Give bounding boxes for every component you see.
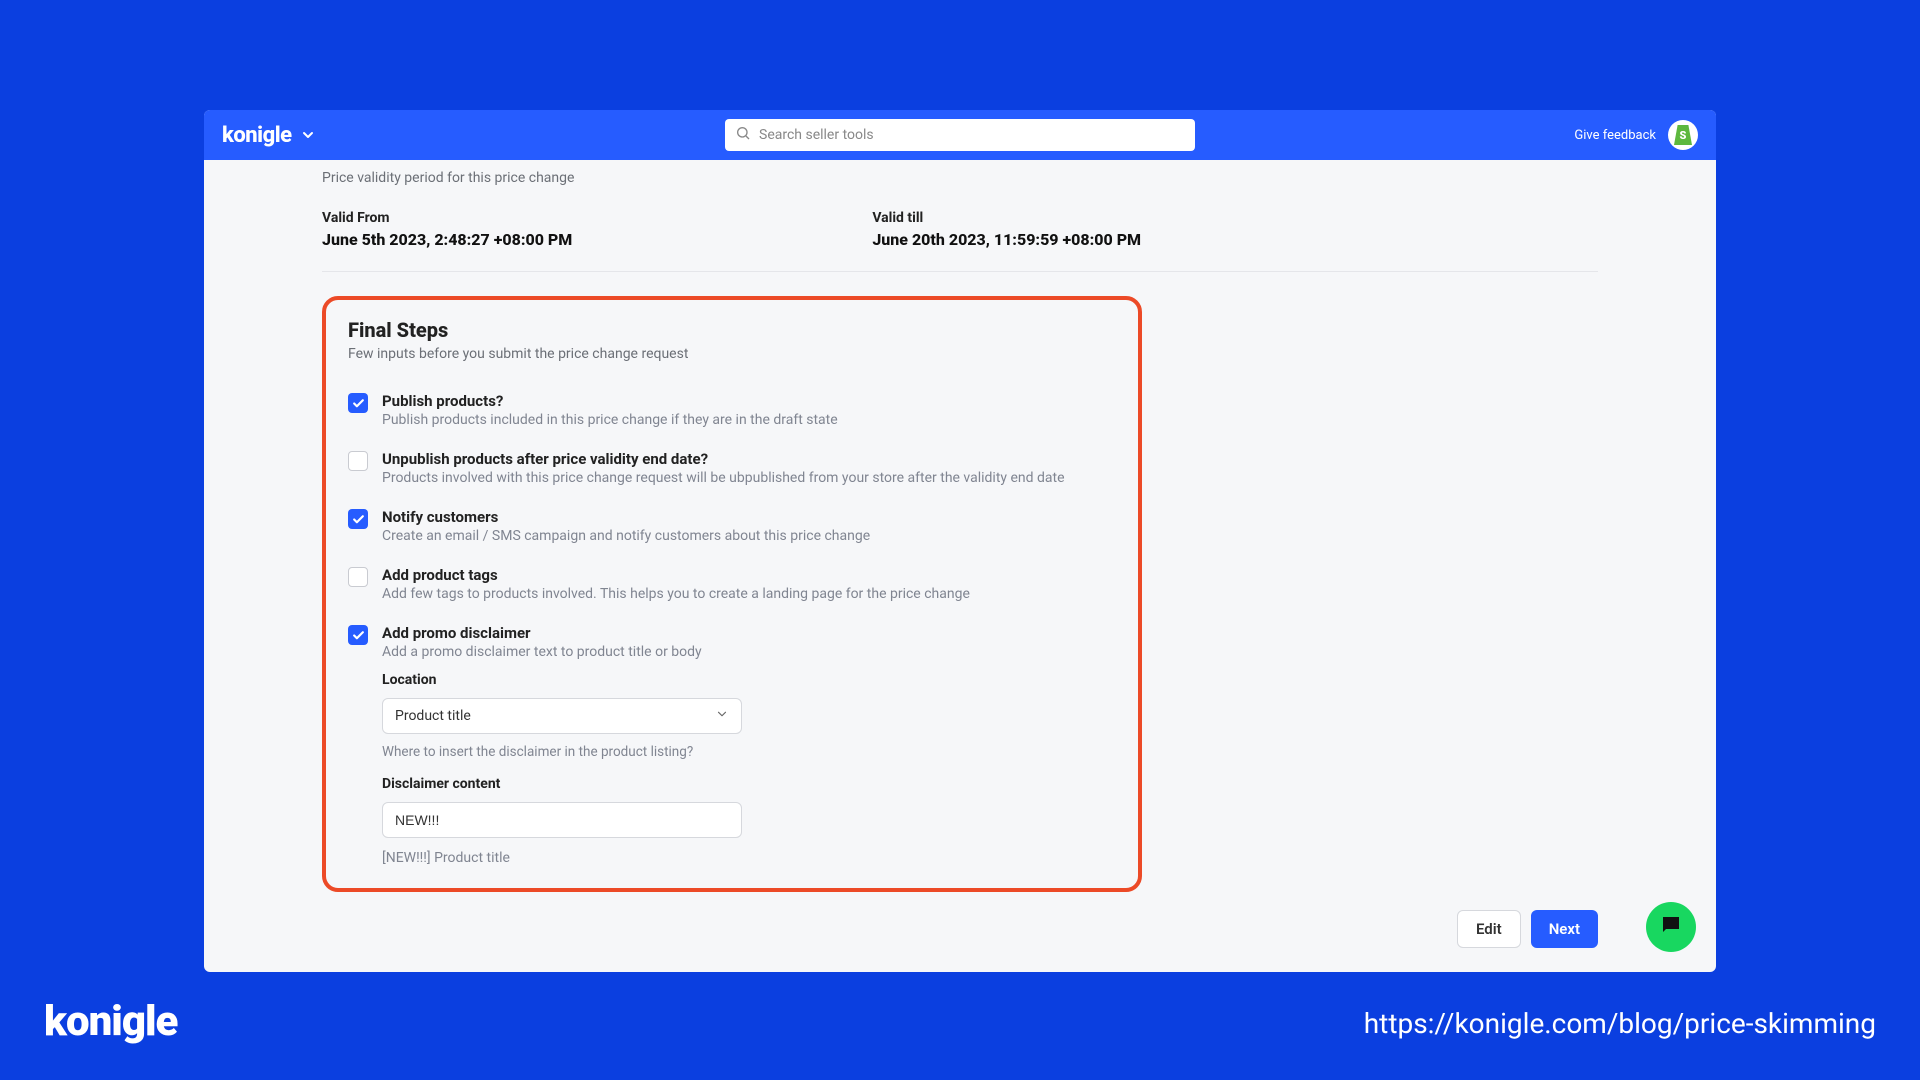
option-title: Add promo disclaimer [382,624,702,642]
option-desc: Products involved with this price change… [382,470,1065,486]
final-steps-title: Final Steps [348,318,1116,342]
valid-till: Valid till June 20th 2023, 11:59:59 +08:… [872,210,1141,249]
option-add-promo-disclaimer: Add promo disclaimer Add a promo disclai… [348,624,1116,660]
topbar-right: Give feedback [1574,120,1698,150]
final-steps-panel: Final Steps Few inputs before you submit… [322,296,1142,892]
location-select[interactable]: Product title [382,698,742,734]
chat-icon [1659,913,1683,941]
checkbox-add-product-tags[interactable] [348,567,368,587]
checkbox-publish-products[interactable] [348,393,368,413]
checkbox-unpublish-after-end[interactable] [348,451,368,471]
disclaimer-content-label: Disclaimer content [382,776,1116,792]
option-title: Unpublish products after price validity … [382,450,1065,468]
promo-disclaimer-fields: Location Product title Where to insert t… [382,672,1116,866]
feedback-link[interactable]: Give feedback [1574,128,1656,143]
location-value: Product title [395,708,471,724]
divider [322,271,1598,272]
option-title: Notify customers [382,508,870,526]
shopify-icon [1674,125,1692,145]
brand-menu[interactable]: konigle [222,123,316,148]
validity-description: Price validity period for this price cha… [322,170,1598,186]
next-button[interactable]: Next [1531,910,1598,948]
option-desc: Add few tags to products involved. This … [382,586,970,602]
search-icon [735,125,751,145]
disclaimer-preview: [NEW!!!] Product title [382,850,1116,866]
chat-fab[interactable] [1646,902,1696,952]
checkbox-add-promo-disclaimer[interactable] [348,625,368,645]
validity-row: Valid From June 5th 2023, 2:48:27 +08:00… [322,210,1598,249]
checkbox-notify-customers[interactable] [348,509,368,529]
edit-button[interactable]: Edit [1457,910,1521,948]
option-title: Add product tags [382,566,970,584]
option-title: Publish products? [382,392,838,410]
search-input[interactable]: Search seller tools [725,119,1195,151]
option-desc: Add a promo disclaimer text to product t… [382,644,702,660]
edit-button-label: Edit [1476,920,1502,938]
option-desc: Publish products included in this price … [382,412,838,428]
option-add-product-tags: Add product tags Add few tags to product… [348,566,1116,602]
valid-from-value: June 5th 2023, 2:48:27 +08:00 PM [322,230,572,249]
next-button-label: Next [1549,920,1580,938]
location-label: Location [382,672,1116,688]
valid-from: Valid From June 5th 2023, 2:48:27 +08:00… [322,210,572,249]
topbar: konigle Search seller tools Give feedbac… [204,110,1716,160]
option-unpublish-after-end: Unpublish products after price validity … [348,450,1116,486]
valid-from-label: Valid From [322,210,572,226]
brand-text: konigle [222,123,292,148]
chevron-down-icon [715,707,729,725]
option-desc: Create an email / SMS campaign and notif… [382,528,870,544]
footer-actions: Edit Next [1457,910,1598,948]
chevron-down-icon [300,127,316,143]
valid-till-value: June 20th 2023, 11:59:59 +08:00 PM [872,230,1141,249]
search-placeholder: Search seller tools [759,127,874,143]
final-steps-subtitle: Few inputs before you submit the price c… [348,346,1116,362]
final-options: Publish products? Publish products inclu… [348,392,1116,866]
store-avatar[interactable] [1668,120,1698,150]
valid-till-label: Valid till [872,210,1141,226]
option-publish-products: Publish products? Publish products inclu… [348,392,1116,428]
location-hint: Where to insert the disclaimer in the pr… [382,744,1116,760]
option-add-promo-disclaimer-group: Add promo disclaimer Add a promo disclai… [348,624,1116,866]
option-notify-customers: Notify customers Create an email / SMS c… [348,508,1116,544]
disclaimer-content-input[interactable] [382,802,742,838]
app-window: konigle Search seller tools Give feedbac… [204,110,1716,972]
content: Price validity period for this price cha… [204,160,1716,972]
overlay-url: https://konigle.com/blog/price-skimming [1364,1007,1876,1040]
overlay-brand: konigle [44,997,177,1046]
